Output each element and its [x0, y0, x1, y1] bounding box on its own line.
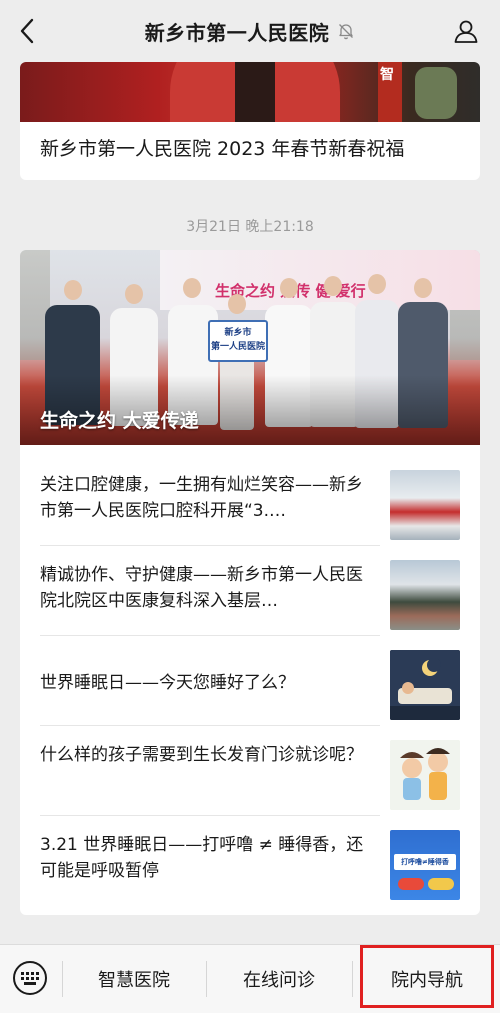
hero-figure-head: [228, 294, 246, 314]
menu-separator: [352, 961, 353, 997]
hero-article[interactable]: 生命之约 爱传 健 爱行 新乡市 第一人民医院 生命之约 大爱传递: [20, 250, 480, 445]
cover-sign-text: 智: [380, 67, 394, 83]
hero-figure-head: [64, 280, 82, 300]
article-cover-image: 智: [20, 62, 480, 122]
article-card-new-year[interactable]: 智 新乡市第一人民医院 2023 年春节新春祝福: [20, 62, 480, 180]
menu-item-hospital-navigation[interactable]: 院内导航: [356, 945, 498, 1013]
hero-figure-head: [183, 278, 201, 298]
sleep-illustration: [390, 650, 460, 720]
hero-sign-line2: 第一人民医院: [210, 342, 265, 352]
profile-button[interactable]: [450, 15, 482, 47]
list-item-thumbnail: 打呼噜≠睡得香: [390, 830, 460, 900]
divider: [40, 725, 380, 726]
article-title: 新乡市第一人民医院 2023 年春节新春祝福: [40, 138, 405, 160]
list-item-thumbnail: [390, 740, 460, 810]
list-item-title: 精诚协作、守护健康——新乡市第一人民医院北院区中医康复科深入基层…: [40, 565, 363, 611]
hero-figure-head: [368, 274, 386, 294]
top-bar: 新乡市第一人民医院: [0, 0, 500, 62]
list-item[interactable]: 什么样的孩子需要到生长发育门诊就诊呢？: [40, 730, 460, 820]
divider: [40, 545, 380, 546]
hero-sign: 新乡市 第一人民医院: [208, 320, 268, 362]
back-button[interactable]: [10, 13, 44, 49]
list-item-title: 关注口腔健康，一生拥有灿烂笑容——新乡市第一人民医院口腔科开展“3.…: [40, 475, 363, 521]
list-item[interactable]: 关注口腔健康，一生拥有灿烂笑容——新乡市第一人民医院口腔科开展“3.…: [40, 460, 460, 550]
hero-figure-head: [280, 278, 298, 298]
message-timestamp: 3月21日 晚上21:18: [186, 219, 314, 235]
divider: [40, 815, 380, 816]
keyboard-icon: [13, 961, 47, 995]
hero-figure-head: [125, 284, 143, 304]
bottom-menu-bar: 智慧医院 在线问诊 院内导航: [0, 944, 500, 1013]
hero-caption: 生命之约 大爱传递: [40, 410, 199, 432]
list-item[interactable]: 精诚协作、守护健康——新乡市第一人民医院北院区中医康复科深入基层…: [40, 550, 460, 640]
article-card-group: 生命之约 爱传 健 爱行 新乡市 第一人民医院 生命之约 大爱传递 关注口腔健康…: [20, 250, 480, 915]
cover-plant: [415, 67, 457, 119]
hero-figure-head: [414, 278, 432, 298]
menu-item-smart-hospital[interactable]: 智慧医院: [62, 945, 206, 1013]
title-wrap: 新乡市第一人民医院: [145, 17, 356, 46]
list-item-thumbnail: [390, 650, 460, 720]
list-item[interactable]: 世界睡眠日——今天您睡好了么？: [40, 640, 460, 730]
list-item-thumbnail: [390, 470, 460, 540]
list-item-title: 什么样的孩子需要到生长发育门诊就诊呢？: [40, 745, 363, 765]
back-arrow-icon: [20, 18, 34, 44]
hero-sign-line1: 新乡市: [224, 328, 252, 338]
page-title: 新乡市第一人民医院: [144, 20, 330, 45]
mute-bell-icon: [337, 22, 355, 40]
cover-collar: [235, 62, 275, 122]
growth-illustration: [390, 740, 460, 810]
list-item-thumbnail: [390, 560, 460, 630]
thumb-badge: [398, 878, 424, 890]
keyboard-toggle-button[interactable]: [12, 960, 48, 996]
list-item[interactable]: 3.21 世界睡眠日——打呼噜 ≠ 睡得香，还可能是呼吸暂停 打呼噜≠睡得香: [40, 820, 460, 910]
user-profile-icon: [454, 20, 478, 43]
list-item-title: 3.21 世界睡眠日——打呼噜 ≠ 睡得香，还可能是呼吸暂停: [40, 835, 364, 881]
hero-figure-head: [324, 276, 342, 296]
thumb-text: 打呼噜≠睡得香: [394, 854, 456, 870]
divider: [40, 635, 380, 636]
menu-item-online-consult[interactable]: 在线问诊: [206, 945, 352, 1013]
thumb-badge: [428, 878, 454, 890]
list-item-title: 世界睡眠日——今天您睡好了么？: [40, 673, 295, 693]
